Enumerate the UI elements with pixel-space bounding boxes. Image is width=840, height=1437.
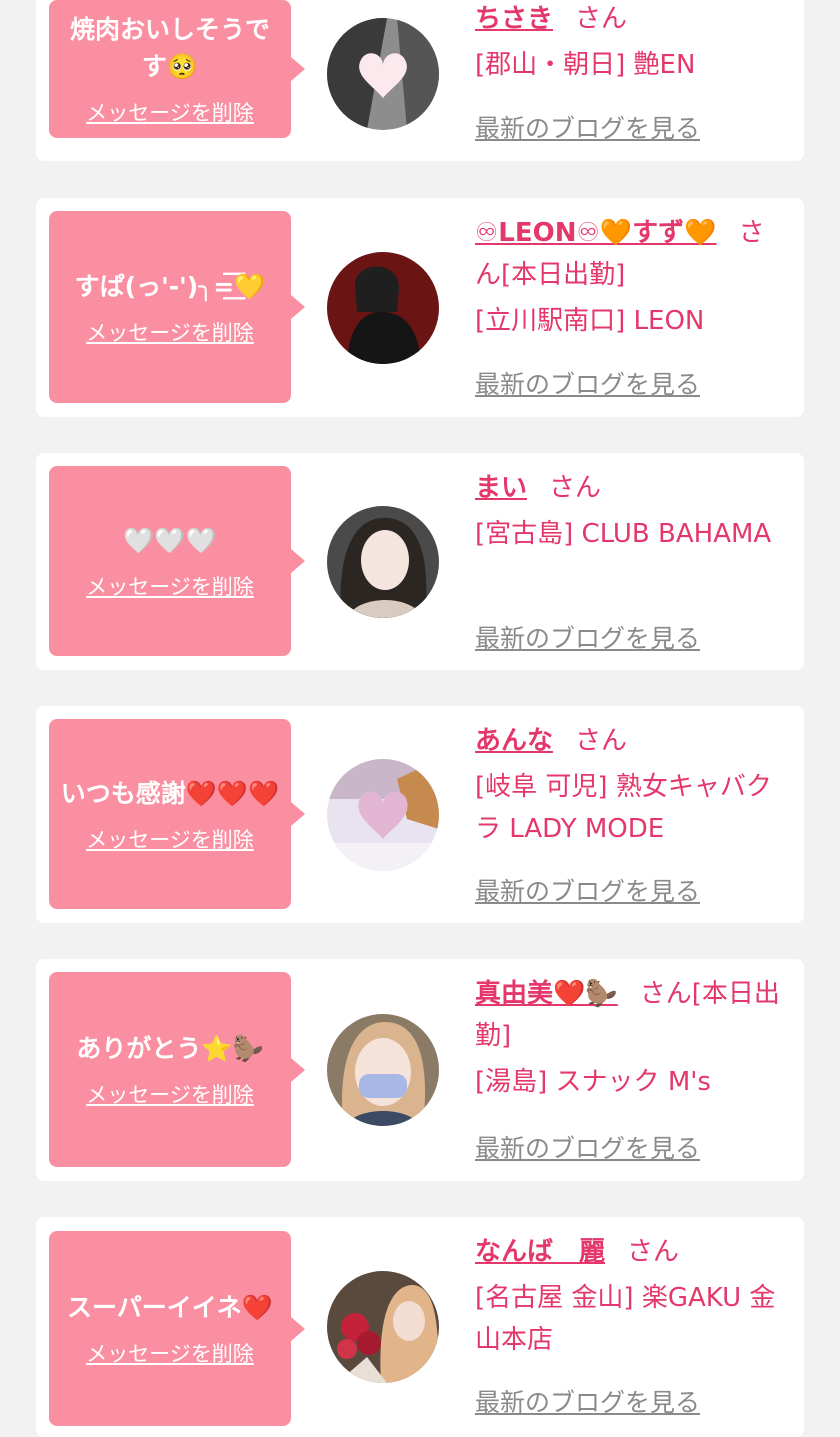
honorific-label: さん bbox=[627, 1237, 680, 1267]
delete-message-link[interactable]: メッセージを削除 bbox=[86, 97, 254, 127]
message-text: 🤍🤍🤍 bbox=[123, 525, 217, 555]
delete-message-link[interactable]: メッセージを削除 bbox=[86, 1338, 254, 1368]
latest-blog-link[interactable]: 最新のブログを見る bbox=[475, 619, 700, 655]
shop-label: [名古屋 金山] 楽GAKU 金山本店 bbox=[475, 1283, 776, 1355]
message-text: いつも感謝❤️❤️❤️ bbox=[60, 778, 280, 808]
avatar[interactable] bbox=[327, 1271, 439, 1383]
cast-info: なんば 麗さん [名古屋 金山] 楽GAKU 金山本店 bbox=[475, 1231, 787, 1361]
cast-name-link[interactable]: ♾LEON♾🧡すず🧡 bbox=[475, 218, 717, 248]
avatar[interactable] bbox=[327, 252, 439, 364]
latest-blog-link[interactable]: 最新のブログを見る bbox=[475, 1129, 700, 1165]
delete-message-link[interactable]: メッセージを削除 bbox=[86, 317, 254, 347]
avatar[interactable] bbox=[327, 759, 439, 871]
delete-message-link[interactable]: メッセージを削除 bbox=[86, 571, 254, 601]
message-card: いつも感謝❤️❤️❤️ メッセージを削除 あんな さん [岐阜 可児] 熟女キャバ… bbox=[36, 706, 804, 923]
cast-info: 真由美❤️🦫 さん[本日出勤] [湯島] スナック M's bbox=[475, 973, 787, 1103]
girl-photo-black-dress-icon bbox=[327, 252, 439, 364]
cast-info: まい さん [宮古島] CLUB BAHAMA bbox=[475, 467, 787, 555]
avatar[interactable] bbox=[327, 18, 439, 130]
latest-blog-link[interactable]: 最新のブログを見る bbox=[475, 365, 700, 401]
honorific-label: さん bbox=[575, 4, 628, 34]
message-card: 焼肉おいしそうです🥺 メッセージを削除 ちさき さん [郡山・朝日] 艶EN 最新… bbox=[36, 0, 804, 161]
girl-photo-heart-sticker-icon bbox=[327, 18, 439, 130]
message-bubble: いつも感謝❤️❤️❤️ メッセージを削除 bbox=[49, 719, 305, 909]
honorific-label: さん bbox=[575, 726, 628, 756]
honorific-label: さん bbox=[549, 473, 602, 503]
cast-name-link[interactable]: なんば 麗 bbox=[475, 1237, 605, 1267]
message-text: スーパーイイネ❤️ bbox=[67, 1293, 273, 1322]
latest-blog-link[interactable]: 最新のブログを見る bbox=[475, 872, 700, 908]
avatar[interactable] bbox=[327, 1014, 439, 1126]
message-bubble: スーパーイイネ❤️ メッセージを削除 bbox=[49, 1231, 305, 1426]
shop-label: [宮古島] CLUB BAHAMA bbox=[475, 519, 772, 549]
message-bubble: 焼肉おいしそうです🥺 メッセージを削除 bbox=[49, 0, 305, 138]
message-text: 焼肉おいしそうです🥺 bbox=[69, 15, 270, 81]
shop-label: [立川駅南口] LEON bbox=[475, 306, 705, 336]
avatar[interactable] bbox=[327, 506, 439, 618]
girl-photo-mask-icon bbox=[327, 1014, 439, 1126]
cast-info: ちさき さん [郡山・朝日] 艶EN bbox=[475, 0, 787, 86]
message-text: ありがとう⭐️🦫 bbox=[76, 1034, 264, 1063]
message-bubble: 🤍🤍🤍 メッセージを削除 bbox=[49, 466, 305, 656]
girl-photo-roses-icon bbox=[327, 1271, 439, 1383]
honorific-label: さん bbox=[639, 979, 692, 1009]
message-text: すぱ(っ'-')╮=͟͟͞͞💛 bbox=[74, 271, 266, 301]
status-label: [本日出勤] bbox=[501, 260, 626, 290]
shop-label: [岐阜 可児] 熟女キャバクラ LADY MODE bbox=[475, 772, 772, 844]
cast-name-link[interactable]: ちさき bbox=[475, 4, 553, 34]
heart-glass-photo-icon bbox=[327, 759, 439, 871]
delete-message-link[interactable]: メッセージを削除 bbox=[86, 1079, 254, 1109]
cast-name-link[interactable]: まい bbox=[475, 473, 527, 503]
latest-blog-link[interactable]: 最新のブログを見る bbox=[475, 109, 700, 145]
message-bubble: ありがとう⭐️🦫 メッセージを削除 bbox=[49, 972, 305, 1167]
latest-blog-link[interactable]: 最新のブログを見る bbox=[475, 1383, 700, 1419]
message-card: ありがとう⭐️🦫 メッセージを削除 真由美❤️🦫 さん[本日出勤] [湯島] スナ… bbox=[36, 959, 804, 1181]
delete-message-link[interactable]: メッセージを削除 bbox=[86, 824, 254, 854]
message-card: スーパーイイネ❤️ メッセージを削除 なんば 麗さん [名古屋 金山] 楽GAK… bbox=[36, 1217, 804, 1437]
cast-info: あんな さん [岐阜 可児] 熟女キャバクラ LADY MODE bbox=[475, 720, 787, 850]
message-card: 🤍🤍🤍 メッセージを削除 まい さん [宮古島] CLUB BAHAMA 最新のブ… bbox=[36, 453, 804, 670]
message-card: すぱ(っ'-')╮=͟͟͞͞💛 メッセージを削除 ♾LEON♾🧡すず🧡 さん[本日… bbox=[36, 198, 804, 417]
message-bubble: すぱ(っ'-')╮=͟͟͞͞💛 メッセージを削除 bbox=[49, 211, 305, 403]
cast-info: ♾LEON♾🧡すず🧡 さん[本日出勤] [立川駅南口] LEON bbox=[475, 212, 787, 342]
cast-name-link[interactable]: 真由美❤️🦫 bbox=[475, 979, 618, 1009]
cast-name-link[interactable]: あんな bbox=[475, 726, 553, 756]
girl-photo-portrait-icon bbox=[327, 506, 439, 618]
shop-label: [郡山・朝日] 艶EN bbox=[475, 50, 696, 80]
shop-label: [湯島] スナック M's bbox=[475, 1067, 711, 1097]
